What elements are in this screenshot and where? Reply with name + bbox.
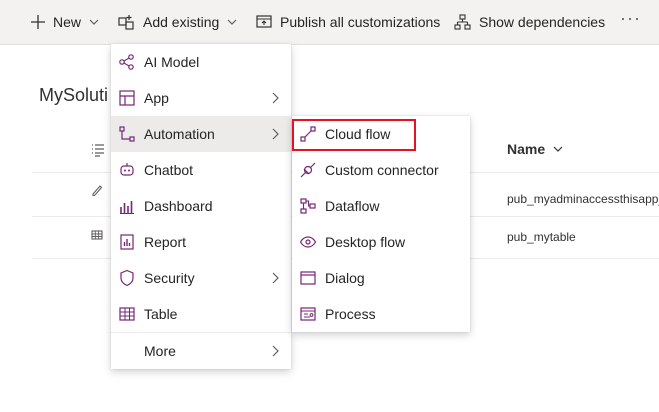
cloud-flow-highlight — [292, 119, 416, 151]
custom-connector-icon — [299, 161, 317, 179]
menu-item-desktop-flow[interactable]: Desktop flow — [292, 224, 470, 260]
publish-icon — [256, 15, 272, 28]
menu-item-label: AI Model — [144, 54, 200, 70]
menu-item-ai-model[interactable]: AI Model — [111, 44, 291, 80]
publish-label: Publish all customizations — [280, 14, 441, 30]
menu-item-dataflow[interactable]: Dataflow — [292, 188, 470, 224]
new-button[interactable]: New — [30, 0, 100, 44]
menu-item-label: Dashboard — [144, 198, 213, 214]
menu-item-label: Dialog — [325, 270, 365, 286]
plus-icon — [31, 15, 45, 29]
menu-item-label: Custom connector — [325, 162, 439, 178]
name-column-label: Name — [507, 141, 546, 157]
security-icon — [118, 269, 136, 287]
add-existing-icon — [118, 15, 134, 30]
menu-item-label: More — [144, 343, 176, 359]
page-title: MySoluti — [39, 85, 109, 105]
menu-item-automation[interactable]: Automation — [111, 116, 291, 152]
menu-item-dialog[interactable]: Dialog — [292, 260, 470, 296]
menu-item-report[interactable]: Report — [111, 224, 291, 260]
menu-item-label: Desktop flow — [325, 234, 406, 250]
list-icon — [92, 144, 104, 157]
add-existing-button[interactable]: Add existing — [118, 0, 238, 44]
add-existing-label: Add existing — [143, 14, 220, 30]
app-icon — [118, 89, 136, 107]
menu-item-custom-connector[interactable]: Custom connector — [292, 152, 470, 188]
more-commands-button[interactable]: ··· — [620, 8, 641, 29]
table-row-icon — [91, 230, 103, 240]
menu-item-dashboard[interactable]: Dashboard — [111, 188, 291, 224]
table-row-name[interactable]: pub_mytable — [507, 230, 576, 244]
dependencies-label: Show dependencies — [479, 14, 606, 30]
dialog-icon — [299, 269, 317, 287]
menu-item-label: App — [144, 90, 169, 106]
table-row-name[interactable]: pub_myadminaccessthisapp_ — [507, 192, 659, 206]
dependencies-icon — [454, 14, 471, 30]
menu-item-label: Dataflow — [325, 198, 380, 214]
dataflow-icon — [299, 197, 317, 215]
menu-item-label: Automation — [144, 126, 215, 142]
chevron-right-icon — [272, 92, 279, 104]
add-existing-menu: AI Model App Automation Chatbot Dashboar… — [111, 44, 291, 369]
dashboard-icon — [118, 197, 136, 215]
chevron-right-icon — [272, 345, 279, 357]
menu-item-more[interactable]: More — [111, 333, 291, 369]
show-dependencies-button[interactable]: Show dependencies — [454, 0, 605, 44]
chevron-right-icon — [272, 128, 279, 140]
menu-item-chatbot[interactable]: Chatbot — [111, 152, 291, 188]
publish-all-button[interactable]: Publish all customizations — [256, 0, 440, 44]
menu-item-label: Table — [144, 306, 178, 322]
new-button-label: New — [53, 14, 82, 30]
chatbot-icon — [118, 161, 136, 179]
chevron-right-icon — [272, 272, 279, 284]
automation-icon — [118, 125, 136, 143]
menu-item-security[interactable]: Security — [111, 260, 291, 296]
menu-item-label: Chatbot — [144, 162, 194, 178]
table-icon — [118, 305, 136, 323]
menu-item-label: Process — [325, 306, 376, 322]
report-icon — [118, 233, 136, 251]
menu-item-table[interactable]: Table — [111, 296, 291, 332]
desktop-flow-icon — [299, 233, 317, 251]
menu-item-label: Security — [144, 270, 195, 286]
chevron-down-icon — [227, 19, 237, 25]
app-row-icon — [92, 185, 103, 197]
command-bar: New Add existing Publish all customizati… — [0, 0, 659, 45]
process-icon — [299, 305, 317, 323]
menu-item-app[interactable]: App — [111, 80, 291, 116]
menu-item-label: Report — [144, 234, 187, 250]
chevron-down-icon — [553, 146, 563, 152]
menu-item-process[interactable]: Process — [292, 296, 470, 332]
ai-model-icon — [118, 53, 136, 71]
name-column-header[interactable]: Name — [507, 141, 564, 157]
chevron-down-icon — [89, 19, 99, 25]
